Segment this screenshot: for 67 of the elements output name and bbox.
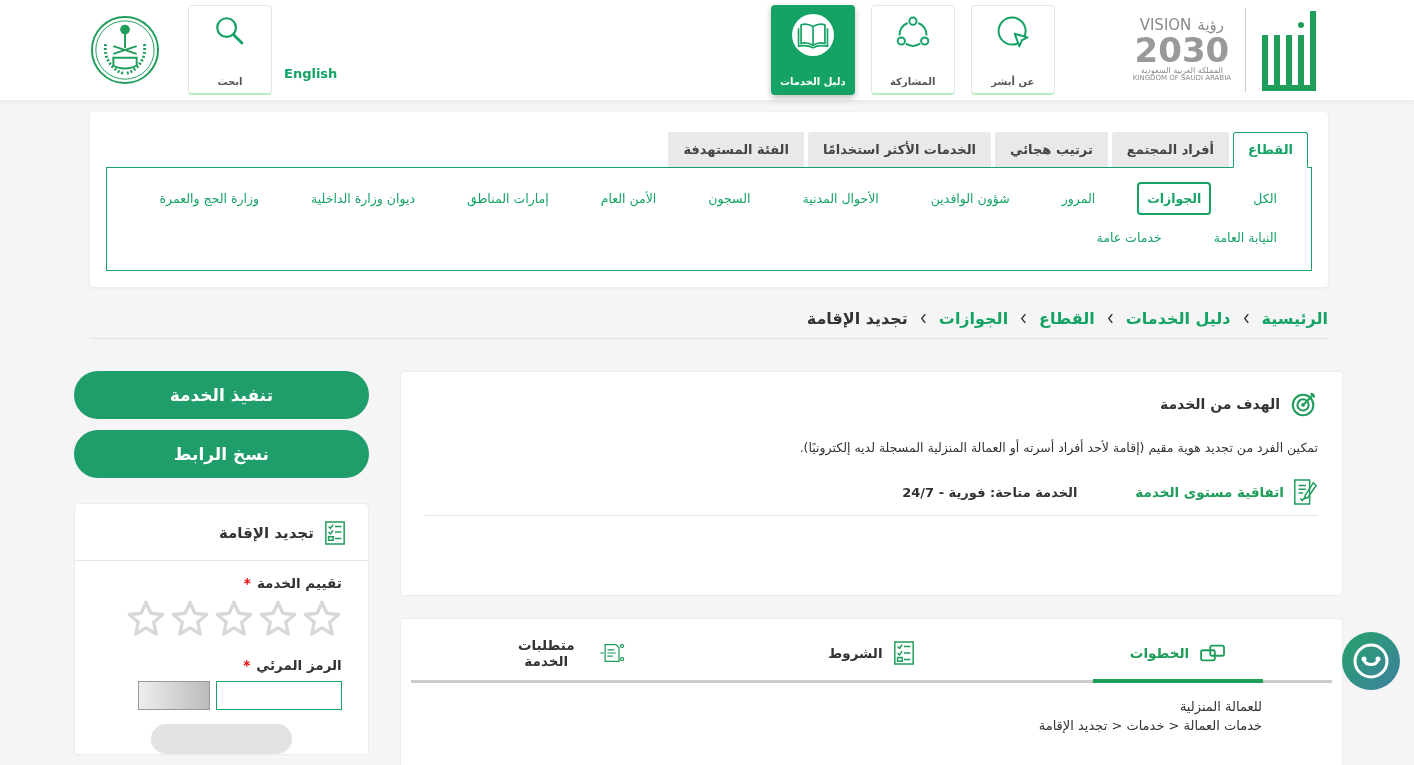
details-tab[interactable]: متطلبات الخدمة bbox=[479, 633, 650, 683]
vision-word-arabic: رؤية bbox=[1197, 18, 1225, 33]
sector-link[interactable]: الأحوال المدنية bbox=[792, 182, 889, 215]
sector-link[interactable]: المرور bbox=[1051, 182, 1106, 215]
sector-link[interactable]: الأمن العام bbox=[590, 182, 667, 215]
breadcrumb-link[interactable]: الرئيسية bbox=[1261, 309, 1328, 328]
captcha-label: الرمز المرئي bbox=[256, 657, 342, 673]
sector-link[interactable]: السجون bbox=[698, 182, 761, 215]
emblem-drawing bbox=[90, 15, 160, 85]
required-mark: * bbox=[243, 575, 251, 591]
sector-link[interactable]: وزارة الحج والعمرة bbox=[149, 182, 270, 215]
chat-bot-icon[interactable] bbox=[1342, 632, 1400, 690]
goal-description: تمكين الفرد من تجديد هوية مقيم (إقامة لأحد أفراد أسرته أو العمالة المنزلية المسجلة لديه إلكترونيًا). bbox=[798, 440, 1318, 455]
linked-squares-icon bbox=[1199, 642, 1228, 664]
details-tab[interactable]: الخطوات bbox=[1093, 633, 1264, 683]
star-icon[interactable] bbox=[125, 599, 166, 639]
target-icon bbox=[1290, 390, 1318, 418]
chevron-icon bbox=[1106, 313, 1114, 324]
nav-button[interactable]: دليل الخدمات bbox=[770, 5, 855, 95]
nav-button[interactable]: عن أبشر bbox=[970, 5, 1055, 95]
nav-button[interactable]: المشاركة bbox=[870, 5, 955, 95]
submit-button[interactable] bbox=[151, 724, 292, 754]
vision-word: VISION bbox=[1139, 18, 1192, 33]
action-button[interactable]: تنفيذ الخدمة bbox=[74, 371, 369, 419]
sla-link[interactable]: اتفاقية مستوى الخدمة bbox=[1135, 484, 1284, 500]
star-icon[interactable] bbox=[301, 599, 342, 639]
document-pen-icon bbox=[1292, 477, 1318, 507]
chevron-icon bbox=[919, 313, 927, 324]
sector-link[interactable]: خدمات عامة bbox=[1086, 221, 1172, 254]
sector-link[interactable]: الكل bbox=[1243, 182, 1287, 215]
sector-link[interactable]: ديوان وزارة الداخلية bbox=[301, 182, 425, 215]
captcha-input[interactable] bbox=[215, 681, 342, 710]
sector-link[interactable]: الجوازات bbox=[1137, 182, 1212, 215]
search-button[interactable]: ابحث bbox=[188, 5, 272, 95]
checklist-icon bbox=[323, 520, 346, 546]
rating-label: تقييم الخدمة bbox=[256, 575, 342, 591]
vision-year: 2030 bbox=[1134, 33, 1230, 67]
action-button[interactable]: نسخ الرابط bbox=[74, 430, 369, 478]
card-title: تجديد الإقامة bbox=[219, 524, 314, 542]
details-tab[interactable]: الشروط bbox=[786, 633, 957, 683]
share-nodes-icon bbox=[894, 14, 931, 50]
availability-text: الخدمة متاحة: فورية - 24/7 bbox=[902, 484, 1078, 500]
star-icon[interactable] bbox=[257, 599, 298, 639]
star-icon[interactable] bbox=[213, 599, 254, 639]
language-link[interactable]: English bbox=[284, 66, 338, 81]
category-tab[interactable]: أفراد المجتمع bbox=[1111, 132, 1229, 167]
chevron-icon bbox=[1020, 313, 1028, 324]
book-icon bbox=[791, 14, 834, 56]
star-icon[interactable] bbox=[169, 599, 210, 639]
sector-link[interactable]: إمارات المناطق bbox=[457, 182, 559, 215]
breadcrumb-link[interactable]: القطاع bbox=[1039, 309, 1095, 328]
step-text: للعمالة المنزلية bbox=[1178, 699, 1262, 714]
required-mark: * bbox=[243, 657, 251, 673]
step-text: خدمات العمالة < خدمات < تجديد الإقامة bbox=[1037, 718, 1262, 733]
category-tab[interactable]: القطاع bbox=[1232, 132, 1308, 168]
section-title: الهدف من الخدمة bbox=[1159, 396, 1280, 412]
country-name-arabic: المملكة العربية السعودية bbox=[1140, 67, 1223, 75]
sector-link[interactable]: شؤون الوافدين bbox=[920, 182, 1020, 215]
breadcrumb-link[interactable]: الجوازات bbox=[938, 309, 1009, 328]
category-tab[interactable]: الفئة المستهدفة bbox=[668, 132, 804, 167]
category-tab[interactable]: ترتيب هجائي bbox=[995, 132, 1108, 167]
sector-link[interactable]: النيابة العامة bbox=[1203, 221, 1287, 254]
breadcrumb-current: تجديد الإقامة bbox=[806, 309, 908, 328]
checklist-icon bbox=[892, 640, 915, 666]
chevron-icon bbox=[1242, 313, 1250, 324]
breadcrumb-link[interactable]: دليل الخدمات bbox=[1125, 309, 1231, 328]
category-tab[interactable]: الخدمات الأكثر استخدامًا bbox=[807, 132, 992, 167]
